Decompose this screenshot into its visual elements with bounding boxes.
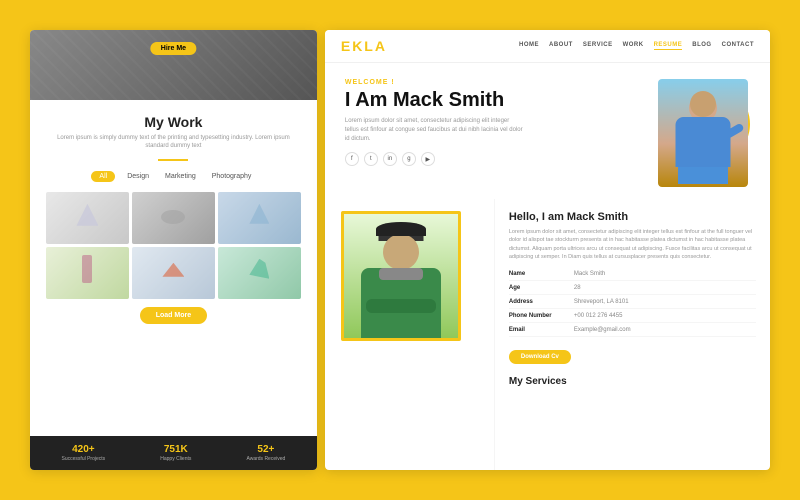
stat-awards: 52+ Awards Received [246, 444, 285, 462]
email-value: Example@gmail.com [574, 327, 631, 333]
name-label: Name [509, 271, 569, 277]
portfolio-item-6[interactable] [218, 247, 301, 299]
services-title: My Services [509, 376, 756, 387]
info-name-row: Name Mack Smith [509, 271, 756, 281]
brand-logo: EKLA [341, 38, 387, 54]
info-address-row: Address Shreveport, LA 8101 [509, 299, 756, 309]
portfolio-item-4[interactable] [46, 247, 129, 299]
stats-bar: 420+ Successful Projects 751K Happy Clie… [30, 436, 317, 470]
stat-projects-number: 420+ [62, 444, 106, 455]
facebook-icon[interactable]: f [345, 152, 359, 166]
filter-all[interactable]: All [91, 171, 115, 182]
download-cv-button[interactable]: Download Cv [509, 350, 571, 364]
navbar: EKLA HOME ABOUT SERVICE WORK RESUME BLOG… [325, 30, 770, 63]
hero-portrait [650, 79, 750, 189]
left-panel: Hire Me My Work Lorem ipsum is simply du… [30, 30, 317, 470]
portfolio-item-5[interactable] [132, 247, 215, 299]
info-age-row: Age 28 [509, 285, 756, 295]
portfolio-item-3[interactable] [218, 192, 301, 244]
about-description: Lorem ipsum dolor sit amet, consectetur … [509, 228, 756, 261]
googleplus-icon[interactable]: g [402, 152, 416, 166]
portrait-image [658, 79, 748, 187]
stat-awards-number: 52+ [246, 444, 285, 455]
nav-blog[interactable]: BLOG [692, 42, 711, 50]
address-value: Shreveport, LA 8101 [574, 299, 629, 305]
stat-projects: 420+ Successful Projects [62, 444, 106, 462]
load-more-button[interactable]: Load More [140, 307, 207, 324]
section-subtitle: Lorem ipsum is simply dummy text of the … [46, 134, 301, 151]
email-label: Email [509, 327, 569, 333]
hire-me-button[interactable]: Hire Me [151, 42, 196, 55]
section-title: My Work [46, 114, 301, 130]
phone-label: Phone Number [509, 313, 569, 319]
filter-design[interactable]: Design [123, 171, 153, 182]
info-table: Name Mack Smith Age 28 Address Shrevepor… [509, 271, 756, 337]
age-value: 28 [574, 285, 581, 291]
nav-links: HOME ABOUT SERVICE WORK RESUME BLOG CONT… [519, 42, 754, 50]
portfolio-content: My Work Lorem ipsum is simply dummy text… [30, 100, 317, 436]
age-label: Age [509, 285, 569, 291]
right-body: Hello, I am Mack Smith Lorem ipsum dolor… [325, 199, 770, 470]
nav-about[interactable]: ABOUT [549, 42, 573, 50]
social-icons: f t in g ▶ [345, 152, 640, 166]
hero-text: WELCOME ! I Am Mack Smith Lorem ipsum do… [345, 79, 640, 189]
portfolio-item-1[interactable] [46, 192, 129, 244]
hero-description: Lorem ipsum dolor sit amet, consectetur … [345, 117, 525, 144]
divider [158, 159, 188, 161]
portfolio-grid [46, 192, 301, 299]
linkedin-icon[interactable]: in [383, 152, 397, 166]
address-label: Address [509, 299, 569, 305]
hero-image: Hire Me [30, 30, 317, 100]
hero-name: I Am Mack Smith [345, 89, 640, 111]
profile-section [325, 199, 495, 470]
phone-value: +00 012 276 4455 [574, 313, 623, 319]
stat-clients-label: Happy Clients [160, 456, 191, 462]
nav-contact[interactable]: CONTACT [722, 42, 754, 50]
stat-awards-label: Awards Received [246, 456, 285, 462]
welcome-label: WELCOME ! [345, 79, 640, 86]
filter-photography[interactable]: Photography [208, 171, 256, 182]
stat-clients: 751K Happy Clients [160, 444, 191, 462]
filter-tabs: All Design Marketing Photography [46, 171, 301, 182]
nav-work[interactable]: WORK [623, 42, 644, 50]
info-phone-row: Phone Number +00 012 276 4455 [509, 313, 756, 323]
twitter-icon[interactable]: t [364, 152, 378, 166]
info-email-row: Email Example@gmail.com [509, 327, 756, 337]
stat-clients-number: 751K [160, 444, 191, 455]
about-title: Hello, I am Mack Smith [509, 211, 756, 223]
about-section: Hello, I am Mack Smith Lorem ipsum dolor… [495, 199, 770, 470]
stat-projects-label: Successful Projects [62, 456, 106, 462]
profile-image [341, 211, 461, 341]
hero-section: WELCOME ! I Am Mack Smith Lorem ipsum do… [325, 63, 770, 199]
portfolio-item-2[interactable] [132, 192, 215, 244]
nav-home[interactable]: HOME [519, 42, 539, 50]
nav-resume[interactable]: RESUME [654, 42, 683, 50]
filter-marketing[interactable]: Marketing [161, 171, 200, 182]
outer-frame: Hire Me My Work Lorem ipsum is simply du… [20, 20, 780, 480]
youtube-icon[interactable]: ▶ [421, 152, 435, 166]
name-value: Mack Smith [574, 271, 605, 277]
nav-service[interactable]: SERVICE [583, 42, 613, 50]
right-panel: EKLA HOME ABOUT SERVICE WORK RESUME BLOG… [325, 30, 770, 470]
